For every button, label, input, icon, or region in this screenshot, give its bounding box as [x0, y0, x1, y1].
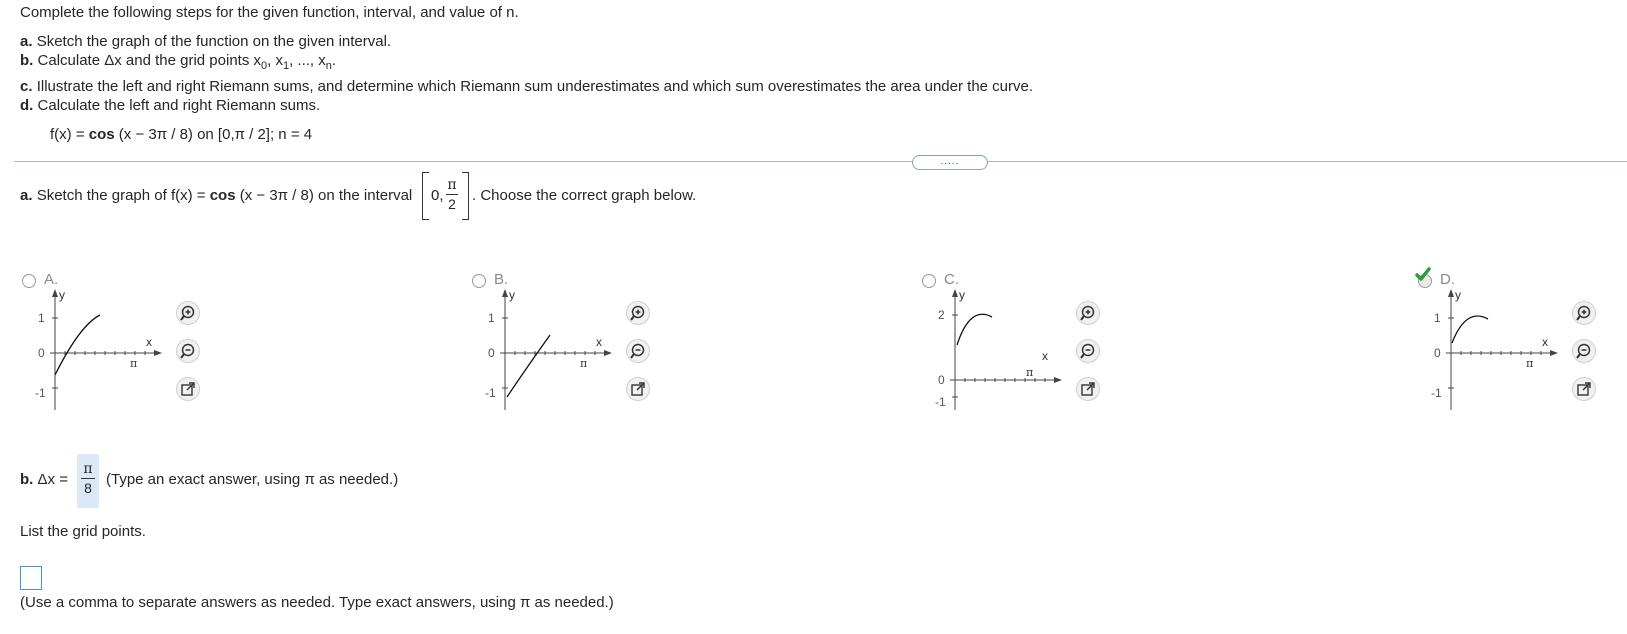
step-c-label: c.	[20, 78, 33, 95]
option-a-zoom-in-button[interactable]	[176, 301, 200, 325]
option-b-y-top: 1	[488, 311, 495, 325]
zoom-out-icon	[1080, 343, 1095, 359]
check-icon	[1415, 267, 1431, 281]
option-c-x-label: x	[1042, 349, 1048, 363]
part-a-label: a.	[20, 187, 33, 204]
function-post: (x − 3π / 8) on [0,π / 2]; n = 4	[114, 126, 313, 143]
option-c-zoom-in-button[interactable]	[1076, 301, 1100, 325]
open-window-icon	[181, 382, 195, 396]
zoom-out-icon	[1576, 343, 1591, 359]
step-c: c. Illustrate the left and right Riemann…	[20, 78, 1033, 95]
option-a-zoom-out-button[interactable]	[176, 339, 200, 363]
part-b-dx: Δx =	[33, 471, 68, 488]
step-c-text: Illustrate the left and right Riemann su…	[36, 78, 1034, 95]
more-button[interactable]: .....	[912, 155, 988, 170]
option-b-y-bottom: -1	[485, 386, 496, 400]
open-window-icon	[1081, 382, 1095, 396]
option-a-y-bottom: -1	[35, 386, 46, 400]
option-d-zoom-in-button[interactable]	[1572, 301, 1596, 325]
intro-text: Complete the following steps for the giv…	[20, 4, 519, 21]
function-pre: f(x) =	[50, 126, 89, 143]
interval-left: 0,	[431, 187, 444, 204]
step-d-label: d.	[20, 97, 34, 114]
option-b-graph: y 1 0 -1 x π	[485, 288, 612, 410]
step-b-text: Calculate Δx and the grid points x	[37, 52, 261, 69]
zoom-out-icon	[630, 343, 645, 359]
option-d-x-label: x	[1542, 335, 1548, 349]
option-a-x-label: x	[146, 335, 152, 349]
function-cos: cos	[88, 126, 115, 143]
dx-answer-fraction: π 8	[80, 460, 96, 497]
option-d-pi-label: π	[1526, 357, 1533, 370]
part-b-label: b.	[20, 471, 34, 488]
option-c-y-top: 2	[938, 308, 945, 322]
option-c-graph: y 2 0 -1 x π	[935, 288, 1062, 410]
interval-left-bracket	[422, 172, 429, 220]
interval-num: π	[447, 177, 457, 193]
option-a-y-zero: 0	[38, 346, 45, 360]
option-c-pi-label: π	[1026, 366, 1033, 379]
zoom-in-icon	[1080, 305, 1095, 321]
option-a-pi-label: π	[130, 357, 137, 370]
step-d-text: Calculate the left and right Riemann sum…	[37, 97, 321, 114]
option-c-open-window-button[interactable]	[1076, 377, 1100, 401]
option-d-graph: y 1 0 -1 x π	[1431, 288, 1558, 410]
option-d-y-top: 1	[1434, 311, 1441, 325]
open-window-icon	[631, 382, 645, 396]
option-d-zoom-out-button[interactable]	[1572, 339, 1596, 363]
step-a-text: Sketch the graph of the function on the …	[36, 33, 392, 50]
zoom-in-icon	[630, 305, 645, 321]
part-a-cos: cos	[209, 187, 236, 204]
dx-answer-den: 8	[84, 480, 92, 496]
interval-den: 2	[448, 196, 456, 212]
step-b: b. Calculate Δx and the grid points x0, …	[20, 52, 336, 72]
step-a: a. Sketch the graph of the function on t…	[20, 33, 391, 50]
dx-answer-num: π	[83, 461, 93, 477]
option-c-y-label: y	[959, 288, 965, 302]
option-b-zoom-out-button[interactable]	[626, 339, 650, 363]
option-b-y-zero: 0	[488, 346, 495, 360]
option-a-graph: y 1 0 -1 x π	[35, 288, 162, 410]
option-a-open-window-button[interactable]	[176, 377, 200, 401]
option-c-zoom-out-button[interactable]	[1076, 339, 1100, 363]
zoom-out-icon	[180, 343, 195, 359]
part-a-prompt: a. Sketch the graph of f(x) = cos (x − 3…	[20, 187, 412, 204]
step-b-end: .	[331, 52, 337, 69]
interval-right-fraction: π 2	[445, 176, 459, 213]
option-d-y-zero: 0	[1434, 346, 1441, 360]
step-b-label: b.	[20, 52, 34, 69]
grid-points-input[interactable]	[20, 566, 42, 590]
part-b-prompt: b. Δx =	[20, 471, 68, 488]
open-window-icon	[1577, 382, 1591, 396]
sep-2: , ..., x	[289, 52, 326, 69]
option-a-y-top: 1	[38, 311, 45, 325]
option-a-y-label: y	[59, 288, 65, 302]
option-b-pi-label: π	[580, 357, 587, 370]
option-b-x-label: x	[596, 335, 602, 349]
option-d-y-label: y	[1455, 288, 1461, 302]
step-a-label: a.	[20, 33, 33, 50]
part-a-text-mid: (x − 3π / 8) on the interval	[235, 187, 413, 204]
zoom-in-icon	[180, 305, 195, 321]
option-b-y-label: y	[509, 288, 515, 302]
list-grid-points-prompt: List the grid points.	[20, 523, 146, 540]
interval-right-bracket	[462, 172, 469, 220]
sep-1: , x	[267, 52, 283, 69]
option-d-y-bottom: -1	[1431, 386, 1442, 400]
section-divider	[14, 161, 1627, 162]
option-c-y-bottom: -1	[935, 395, 946, 409]
option-b-open-window-button[interactable]	[626, 377, 650, 401]
zoom-in-icon	[1576, 305, 1591, 321]
step-d: d. Calculate the left and right Riemann …	[20, 97, 320, 114]
dx-hint: (Type an exact answer, using π as needed…	[106, 471, 399, 488]
option-c-y-zero: 0	[938, 373, 945, 387]
part-a-text-post: . Choose the correct graph below.	[472, 187, 697, 204]
function-definition: f(x) = cos (x − 3π / 8) on [0,π / 2]; n …	[50, 126, 312, 143]
option-b-zoom-in-button[interactable]	[626, 301, 650, 325]
option-d-open-window-button[interactable]	[1572, 377, 1596, 401]
part-a-text: Sketch the graph of f(x) =	[36, 187, 210, 204]
grid-points-hint: (Use a comma to separate answers as need…	[20, 594, 614, 611]
